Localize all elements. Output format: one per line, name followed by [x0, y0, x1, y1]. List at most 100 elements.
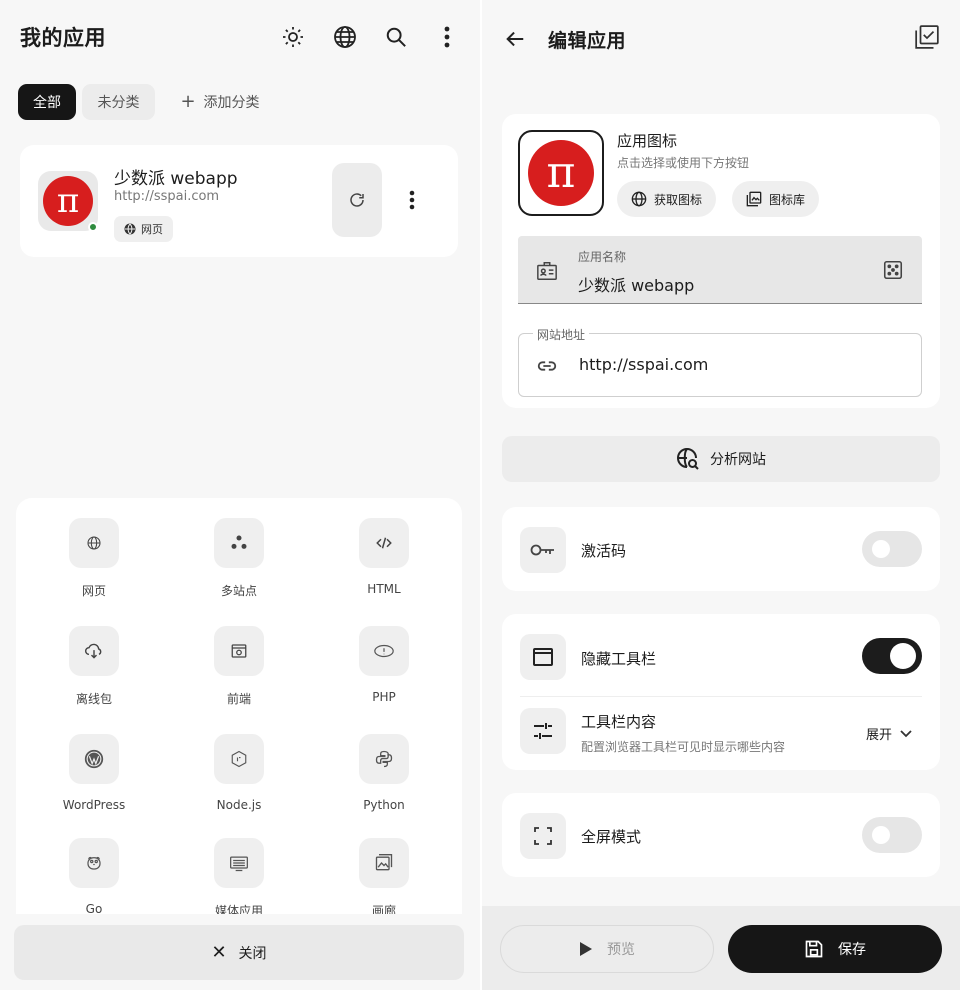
edit-app-screen: 编辑应用 π 应用图标 点击选择或使用下方按钮 获取图标 图标库 应用名称 少数… — [482, 0, 960, 990]
type-label: 多站点 — [220, 584, 257, 598]
type-wordpress[interactable]: WordPress — [34, 734, 154, 812]
window-icon — [520, 634, 566, 680]
gallery-icon — [359, 838, 409, 888]
close-label: 关闭 — [238, 945, 267, 962]
go-icon — [69, 838, 119, 888]
key-icon — [520, 527, 566, 573]
cloud-download-icon — [69, 626, 119, 676]
type-html[interactable]: HTML — [324, 518, 444, 596]
icon-library-label: 图标库 — [769, 192, 806, 207]
fullscreen-icon — [520, 813, 566, 859]
type-label: Go — [85, 902, 103, 914]
app-name-field[interactable]: 应用名称 少数派 webapp — [518, 236, 922, 304]
get-icon-label: 获取图标 — [654, 192, 703, 207]
globe-icon[interactable] — [330, 22, 360, 52]
multi-site-icon — [214, 518, 264, 568]
type-label: Node.js — [216, 798, 262, 812]
activation-card: 激活码 — [502, 507, 940, 591]
type-web[interactable]: 网页 — [34, 518, 154, 599]
preview-label: 预览 — [607, 942, 635, 958]
app-type-label: 网页 — [141, 223, 163, 236]
activation-toggle[interactable] — [862, 531, 922, 567]
toolbar-content-expand[interactable]: 展开 — [866, 724, 912, 743]
image-library-icon — [746, 191, 762, 207]
add-category-button[interactable]: + 添加分类 — [170, 84, 270, 120]
app-icon-glyph: π — [56, 181, 80, 221]
sliders-icon — [520, 708, 566, 754]
page-title: 编辑应用 — [548, 30, 627, 52]
save-label: 保存 — [838, 942, 866, 958]
get-icon-button[interactable]: 获取图标 — [617, 181, 717, 217]
play-icon — [580, 942, 592, 956]
preview-button[interactable]: 预览 — [500, 925, 714, 973]
url-field-value: http://sspai.com — [579, 355, 709, 374]
toolbar-content-label: 工具栏内容 — [581, 713, 657, 731]
app-type-badge: 网页 — [114, 216, 173, 242]
hide-toolbar-label: 隐藏工具栏 — [581, 650, 657, 668]
toolbar-card: 隐藏工具栏 工具栏内容 配置浏览器工具栏可见时显示哪些内容 展开 — [502, 614, 940, 770]
url-field[interactable]: 网站地址 http://sspai.com — [518, 326, 922, 397]
globe-icon — [631, 191, 647, 207]
chip-all[interactable]: 全部 — [18, 84, 76, 120]
close-icon: ✕ — [211, 941, 227, 963]
type-python[interactable]: Python — [324, 734, 444, 812]
type-go[interactable]: Go — [34, 838, 154, 914]
type-label: 画廊 — [371, 904, 396, 914]
type-nodejs[interactable]: Node.js — [179, 734, 299, 812]
icon-section-title: 应用图标 — [617, 132, 678, 150]
hide-toolbar-toggle[interactable] — [862, 638, 922, 674]
analyze-website-button[interactable]: 分析网站 — [502, 436, 940, 482]
type-multi-site[interactable]: 多站点 — [179, 518, 299, 599]
refresh-button[interactable] — [332, 163, 382, 237]
type-label: HTML — [367, 582, 401, 596]
globe-icon — [69, 518, 119, 568]
type-gallery[interactable]: 画廊 — [324, 838, 444, 914]
app-card[interactable]: π 少数派 webapp http://sspai.com 网页 — [20, 145, 458, 257]
search-icon[interactable] — [381, 22, 411, 52]
link-icon — [537, 361, 557, 371]
type-media[interactable]: 媒体应用 — [179, 838, 299, 914]
dice-icon[interactable] — [882, 259, 904, 281]
save-button[interactable]: 保存 — [728, 925, 942, 973]
type-label: Python — [363, 798, 405, 812]
chevron-down-icon — [900, 729, 912, 737]
activation-label: 激活码 — [581, 542, 627, 560]
divider — [520, 696, 922, 697]
status-dot — [88, 222, 98, 232]
icon-section-subtitle: 点击选择或使用下方按钮 — [617, 156, 750, 170]
nodejs-icon — [214, 734, 264, 784]
checklist-icon[interactable] — [912, 22, 942, 52]
expand-label: 展开 — [866, 728, 893, 743]
sun-icon[interactable] — [278, 22, 308, 52]
app-name-value: 少数派 webapp — [578, 276, 695, 295]
my-apps-screen: 我的应用 全部 未分类 + 添加分类 π 少数派 webapp http://s… — [0, 0, 480, 990]
frontend-icon — [214, 626, 264, 676]
back-arrow-icon[interactable] — [500, 24, 530, 54]
more-vertical-icon[interactable] — [432, 22, 462, 52]
page-title: 我的应用 — [20, 26, 106, 50]
type-offline[interactable]: 离线包 — [34, 626, 154, 707]
globe-search-icon — [677, 448, 699, 470]
refresh-icon — [350, 193, 364, 207]
plus-icon: + — [180, 91, 196, 112]
wordpress-icon — [69, 734, 119, 784]
app-url: http://sspai.com — [114, 189, 220, 204]
fullscreen-label: 全屏模式 — [581, 828, 642, 846]
type-label: PHP — [372, 690, 396, 704]
php-icon — [359, 626, 409, 676]
type-frontend[interactable]: 前端 — [179, 626, 299, 707]
close-button[interactable]: ✕ 关闭 — [14, 925, 464, 980]
app-type-sheet: 网页 多站点 HTML 离线包 前端 PHP WordPress Node.js… — [16, 498, 462, 914]
code-icon — [359, 518, 409, 568]
app-more-button[interactable] — [402, 185, 422, 215]
toolbar-content-desc: 配置浏览器工具栏可见时显示哪些内容 — [581, 740, 786, 754]
app-name: 少数派 webapp — [114, 169, 238, 189]
type-php[interactable]: PHP — [324, 626, 444, 704]
app-icon-picker[interactable]: π — [518, 130, 604, 216]
fullscreen-toggle[interactable] — [862, 817, 922, 853]
chip-uncategorized[interactable]: 未分类 — [82, 84, 155, 120]
icon-library-button[interactable]: 图标库 — [732, 181, 820, 217]
type-label: WordPress — [62, 798, 126, 812]
url-field-label: 网站地址 — [533, 326, 590, 343]
badge-icon — [537, 262, 557, 280]
